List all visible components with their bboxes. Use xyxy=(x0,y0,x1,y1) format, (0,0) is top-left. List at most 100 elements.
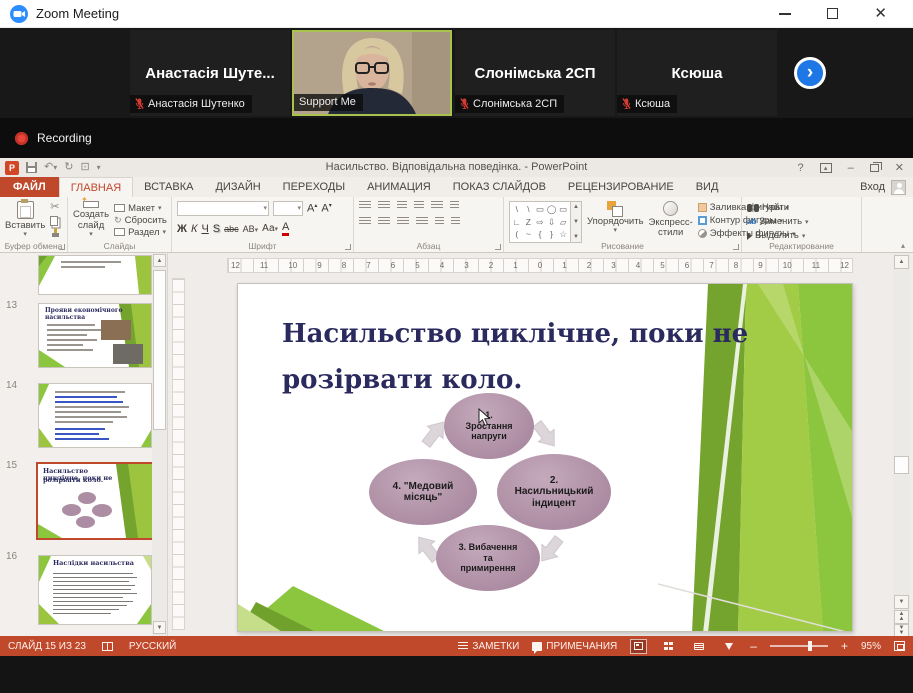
shapes-more-icon[interactable]: ▼ xyxy=(573,234,579,240)
columns-button[interactable] xyxy=(435,217,444,226)
customize-qat-button[interactable]: ▾ xyxy=(97,163,101,172)
text-shadow-button[interactable]: S xyxy=(213,224,220,235)
shape-glyph[interactable]: ( xyxy=(515,230,518,239)
layout-button[interactable]: Макет▾ xyxy=(114,202,167,214)
shape-glyph[interactable]: ~ xyxy=(526,230,531,239)
numbering-button[interactable] xyxy=(378,201,390,210)
ppt-restore-button[interactable] xyxy=(870,164,879,172)
format-painter-button[interactable] xyxy=(50,228,60,238)
collapse-ribbon-button[interactable]: ▴ xyxy=(901,241,905,250)
zoom-maximize-button[interactable] xyxy=(827,8,838,19)
text-direction-button[interactable] xyxy=(450,201,459,210)
underline-button[interactable]: Ч xyxy=(201,224,208,235)
tab-insert[interactable]: ВСТАВКА xyxy=(133,177,204,197)
decrease-indent-button[interactable] xyxy=(397,201,407,210)
select-button[interactable]: Выделить▾ xyxy=(747,230,809,241)
slideshow-view-button[interactable] xyxy=(720,639,737,654)
cycle-stage-3[interactable]: 3. Вибачення та примирення xyxy=(436,525,540,591)
bullets-button[interactable] xyxy=(359,201,371,210)
normal-view-button[interactable] xyxy=(630,639,647,654)
language-indicator[interactable]: РУССКИЙ xyxy=(129,641,176,652)
new-slide-button[interactable]: Создать слайд ▾ xyxy=(73,201,109,239)
tab-animations[interactable]: АНИМАЦИЯ xyxy=(356,177,442,197)
shape-glyph[interactable]: ☆ xyxy=(559,230,567,239)
paste-button[interactable]: Вставить ▾ xyxy=(5,201,45,239)
shrink-font-button[interactable]: А▾ xyxy=(321,203,331,215)
editor-scrollbar[interactable]: ▲ ▼ ▲▲ ▼▼ xyxy=(893,253,910,636)
spell-check-icon[interactable] xyxy=(102,642,113,651)
align-center-button[interactable] xyxy=(378,217,390,226)
italic-button[interactable]: К xyxy=(191,224,197,235)
thumbnail-scrollbar[interactable]: ▲ ▼ xyxy=(152,253,167,636)
tab-home[interactable]: ГЛАВНАЯ xyxy=(59,177,133,197)
ppt-close-button[interactable]: ✕ xyxy=(895,161,904,174)
section-button[interactable]: Раздел▾ xyxy=(114,226,167,238)
shape-glyph[interactable]: ▭ xyxy=(559,205,567,214)
thumbnail-slide-14[interactable] xyxy=(38,383,152,448)
thumbnail-slide-13[interactable]: Прояви економічного насильства xyxy=(38,303,152,368)
thumbnail-slide-16[interactable]: Наслідки насильства xyxy=(38,555,152,625)
quick-styles-button[interactable]: Экспресс-стили xyxy=(649,201,693,239)
replace-button[interactable]: abЗаменить▾ xyxy=(747,216,809,227)
shape-glyph[interactable]: ∟ xyxy=(513,218,521,227)
comments-toggle[interactable]: ПРИМЕЧАНИЯ xyxy=(532,641,617,652)
tab-view[interactable]: ВИД xyxy=(685,177,730,197)
zoom-slider[interactable] xyxy=(770,645,828,647)
reset-button[interactable]: ↻Сбросить xyxy=(114,214,167,226)
previous-slide-button[interactable]: ▲▲ xyxy=(894,610,909,624)
shapes-grid[interactable]: \\▭◯▭∟Z⇨⇩▱(~{}☆ xyxy=(509,201,571,243)
thumbnail-slide-12-partial[interactable] xyxy=(38,255,152,295)
next-participants-button[interactable]: › xyxy=(794,57,826,89)
shape-glyph[interactable]: ⇨ xyxy=(536,218,543,227)
scroll-up-button[interactable]: ▲ xyxy=(894,255,909,269)
fit-to-window-button[interactable] xyxy=(894,641,905,651)
participant-tile-video[interactable]: Support Me xyxy=(292,30,452,116)
paragraph-dialog-launcher[interactable] xyxy=(495,244,501,250)
ppt-minimize-button[interactable]: – xyxy=(848,162,854,174)
notes-toggle[interactable]: ЗАМЕТКИ xyxy=(458,641,519,652)
zoom-slider-thumb[interactable] xyxy=(808,641,812,651)
zoom-out-button[interactable]: – xyxy=(750,640,757,652)
tab-design[interactable]: ДИЗАЙН xyxy=(204,177,271,197)
participant-tile-1[interactable]: Анастасія Шуте... Анастасія Шутенко xyxy=(130,30,290,116)
font-name-combo[interactable] xyxy=(177,201,269,216)
participant-tile-3[interactable]: Слонімська 2СП Слонімська 2СП xyxy=(455,30,615,116)
shape-glyph[interactable]: ▱ xyxy=(560,218,567,227)
tab-file[interactable]: ФАЙЛ xyxy=(0,177,59,197)
shape-glyph[interactable]: \ xyxy=(516,205,518,214)
arrange-button[interactable]: Упорядочить ▾ xyxy=(587,201,644,239)
thumbnail-scrollbar-thumb[interactable] xyxy=(153,270,166,430)
tab-slideshow[interactable]: ПОКАЗ СЛАЙДОВ xyxy=(442,177,557,197)
convert-smartart-button[interactable] xyxy=(451,217,460,226)
tab-transitions[interactable]: ПЕРЕХОДЫ xyxy=(272,177,356,197)
shape-glyph[interactable]: ⇩ xyxy=(548,218,555,227)
shape-glyph[interactable]: \ xyxy=(527,205,529,214)
horizontal-ruler[interactable]: 1211109876543210123456789101112 xyxy=(227,258,853,273)
thumbnail-scroll-up-button[interactable]: ▲ xyxy=(153,254,166,267)
thumbnail-slide-15-selected[interactable]: Насильство циклічне, поки не розірвати к… xyxy=(36,462,154,540)
line-spacing-button[interactable] xyxy=(431,201,443,210)
clipboard-dialog-launcher[interactable] xyxy=(59,244,65,250)
copy-button[interactable] xyxy=(50,216,58,226)
scroll-down-button[interactable]: ▼ xyxy=(894,595,909,609)
font-color-button[interactable]: А xyxy=(282,222,289,236)
shape-glyph[interactable]: Z xyxy=(526,218,531,227)
zoom-level[interactable]: 95% xyxy=(861,641,881,652)
zoom-in-button[interactable]: + xyxy=(841,640,848,652)
slide-canvas[interactable]: Насильство циклічне, поки не розірвати к… xyxy=(237,283,853,632)
find-button[interactable]: Найти xyxy=(747,202,809,213)
change-case-button[interactable]: Аа▾ xyxy=(262,224,278,234)
align-right-button[interactable] xyxy=(397,217,409,226)
font-size-combo[interactable] xyxy=(273,201,303,216)
cut-button[interactable]: ✂ xyxy=(50,202,61,213)
sign-in-label[interactable]: Вход xyxy=(860,181,885,193)
shapes-scroll-down-icon[interactable]: ▼ xyxy=(573,219,579,225)
increase-indent-button[interactable] xyxy=(414,201,424,210)
paste-dropdown-caret[interactable]: ▾ xyxy=(23,231,27,239)
character-spacing-button[interactable]: АВ▾ xyxy=(243,225,259,234)
shapes-scroll-up-icon[interactable]: ▲ xyxy=(573,204,579,210)
drawing-dialog-launcher[interactable] xyxy=(733,244,739,250)
cycle-stage-2[interactable]: 2. Насильницький індицент xyxy=(497,454,611,530)
start-from-beginning-button[interactable]: ⊡ xyxy=(80,162,89,173)
shape-glyph[interactable]: ◯ xyxy=(547,205,557,214)
